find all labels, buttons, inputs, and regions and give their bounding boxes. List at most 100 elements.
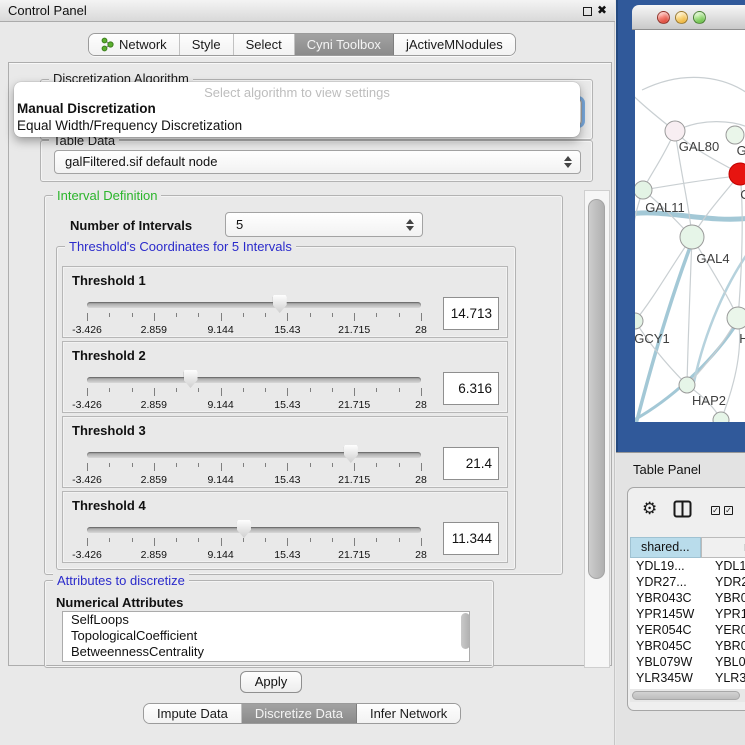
network-window-titlebar[interactable] — [632, 5, 745, 30]
minimize-traffic-light-icon[interactable] — [675, 11, 688, 24]
dropdown-prompt-item[interactable]: Select algorithm to view settings — [14, 85, 580, 100]
threshold-slider[interactable]: -3.4262.8599.14415.4321.71528 — [87, 447, 421, 487]
tab-infer-network[interactable]: Infer Network — [357, 704, 460, 723]
tick-label: 2.859 — [141, 474, 167, 486]
table-data-combobox[interactable]: galFiltered.sif default node — [54, 150, 581, 174]
node-label: GAL80 — [679, 139, 719, 154]
select-none-checkbox-icon[interactable]: ✓ — [724, 506, 733, 515]
threshold-1-panel: Threshold 1 -3.4262.8599.14415.4321.7152… — [62, 266, 508, 338]
dropdown-option-equal-width[interactable]: Equal Width/Frequency Discretization — [14, 117, 580, 134]
slider-thumb[interactable] — [344, 445, 358, 463]
network-node[interactable] — [729, 163, 745, 185]
top-tab-bar: Network Style Select Cyni Toolbox jActiv… — [88, 33, 516, 56]
tick-label: 21.715 — [338, 549, 370, 561]
combo-stepper-icon[interactable] — [564, 156, 573, 168]
table-row[interactable]: YDR27...YDR2 — [630, 574, 745, 590]
table-cell: YPR145W — [630, 606, 707, 622]
table-hscrollbar-track[interactable] — [630, 689, 745, 702]
threshold-value-input[interactable]: 6.316 — [443, 372, 499, 405]
table-row[interactable]: YER054CYER0 — [630, 622, 745, 638]
table-cell: YLR345W — [630, 670, 707, 686]
intervals-value: 5 — [236, 217, 243, 232]
network-node[interactable] — [665, 121, 685, 141]
table-row[interactable]: YPR145WYPR1 — [630, 606, 745, 622]
columns-icon[interactable] — [673, 500, 692, 518]
table-hscrollbar-thumb[interactable] — [632, 691, 740, 700]
number-of-intervals-spinner[interactable]: 5 — [225, 212, 423, 237]
tab-label: Style — [192, 37, 221, 52]
column-header-name[interactable]: n — [701, 537, 745, 558]
attribute-list-item[interactable]: TopologicalCoefficient — [63, 628, 469, 644]
threshold-2-panel: Threshold 2 -3.4262.8599.14415.4321.7152… — [62, 341, 508, 413]
network-node[interactable] — [635, 181, 652, 199]
table-panel: Table Panel ⚙ ✓ ✓ shared... n YDL19...YD… — [616, 452, 745, 745]
slider-track[interactable] — [87, 452, 421, 458]
zoom-traffic-light-icon[interactable] — [693, 11, 706, 24]
tick-label: 9.144 — [207, 474, 233, 486]
apply-button[interactable]: Apply — [240, 671, 302, 693]
attributes-list-scrollbar[interactable] — [461, 613, 470, 649]
tick-label: 15.43 — [274, 474, 300, 486]
threshold-value-input[interactable]: 14.713 — [443, 297, 499, 330]
table-row[interactable]: YBL079WYBL0 — [630, 654, 745, 670]
table-header-row: shared... n — [630, 537, 745, 558]
numerical-attributes-list[interactable]: SelfLoopsTopologicalCoefficientBetweenne… — [62, 611, 470, 662]
tab-network[interactable]: Network — [89, 34, 180, 55]
tab-label: Infer Network — [370, 706, 447, 721]
close-icon[interactable]: ✖ — [597, 3, 607, 17]
threshold-label: Threshold 4 — [72, 498, 146, 513]
network-node[interactable] — [680, 225, 704, 249]
network-node[interactable] — [727, 307, 745, 329]
dropdown-option-manual[interactable]: Manual Discretization — [14, 100, 580, 117]
table-panel-title: Table Panel — [633, 462, 701, 477]
network-node[interactable] — [635, 313, 643, 329]
tick-label: 28 — [415, 549, 427, 561]
panel-scrollbar-thumb[interactable] — [588, 199, 605, 579]
tick-label: 2.859 — [141, 549, 167, 561]
select-all-checkbox-icon[interactable]: ✓ — [711, 506, 720, 515]
float-window-icon[interactable] — [583, 7, 592, 16]
slider-thumb[interactable] — [184, 370, 198, 388]
table-row[interactable]: YBR043CYBR0 — [630, 590, 745, 606]
table-cell: YER054C — [630, 622, 707, 638]
panel-scrollbar-track[interactable] — [584, 190, 610, 668]
threshold-value-input[interactable]: 11.344 — [443, 522, 499, 555]
table-row[interactable]: YBR045CYBR0 — [630, 638, 745, 654]
close-traffic-light-icon[interactable] — [657, 11, 670, 24]
tab-discretize-data[interactable]: Discretize Data — [242, 704, 357, 723]
threshold-slider[interactable]: -3.4262.8599.14415.4321.71528 — [87, 297, 421, 337]
network-graph: GAL80GACGAL11GAL4GCY1HHAP2 — [635, 30, 745, 422]
bottom-tab-bar: Impute Data Discretize Data Infer Networ… — [143, 703, 461, 724]
threshold-value-input[interactable]: 21.4 — [443, 447, 499, 480]
tab-select[interactable]: Select — [234, 34, 295, 55]
network-canvas[interactable]: GAL80GACGAL11GAL4GCY1HHAP2 — [635, 30, 745, 422]
tick-label: 28 — [415, 474, 427, 486]
tab-label: jActiveMNodules — [406, 37, 503, 52]
gear-icon[interactable]: ⚙ — [642, 500, 657, 517]
threshold-slider[interactable]: -3.4262.8599.14415.4321.71528 — [87, 372, 421, 412]
network-node[interactable] — [726, 126, 744, 144]
number-of-intervals-label: Number of Intervals — [70, 218, 192, 233]
table-row[interactable]: YDL19...YDL1 — [630, 558, 745, 574]
attribute-list-item[interactable]: SelfLoops — [63, 612, 469, 628]
column-header-shared[interactable]: shared... — [630, 537, 701, 558]
tab-style[interactable]: Style — [180, 34, 234, 55]
attribute-list-item[interactable]: BetweennessCentrality — [63, 644, 469, 660]
slider-track[interactable] — [87, 377, 421, 383]
slider-track[interactable] — [87, 302, 421, 308]
threshold-slider[interactable]: -3.4262.8599.14415.4321.71528 — [87, 522, 421, 562]
tab-impute-data[interactable]: Impute Data — [144, 704, 242, 723]
slider-thumb[interactable] — [237, 520, 251, 538]
spinner-stepper-icon[interactable] — [406, 219, 415, 231]
tab-jactivemnodules[interactable]: jActiveMNodules — [394, 34, 515, 55]
table-cell: YDL19... — [630, 558, 707, 574]
network-node[interactable] — [679, 377, 695, 393]
tab-label: Cyni Toolbox — [307, 37, 381, 52]
table-row[interactable]: YLR345WYLR3 — [630, 670, 745, 686]
tick-label: 9.144 — [207, 399, 233, 411]
group-title: Interval Definition — [53, 188, 161, 203]
network-node[interactable] — [713, 412, 729, 422]
slider-thumb[interactable] — [273, 295, 287, 313]
tab-cyni-toolbox[interactable]: Cyni Toolbox — [295, 34, 394, 55]
slider-track[interactable] — [87, 527, 421, 533]
